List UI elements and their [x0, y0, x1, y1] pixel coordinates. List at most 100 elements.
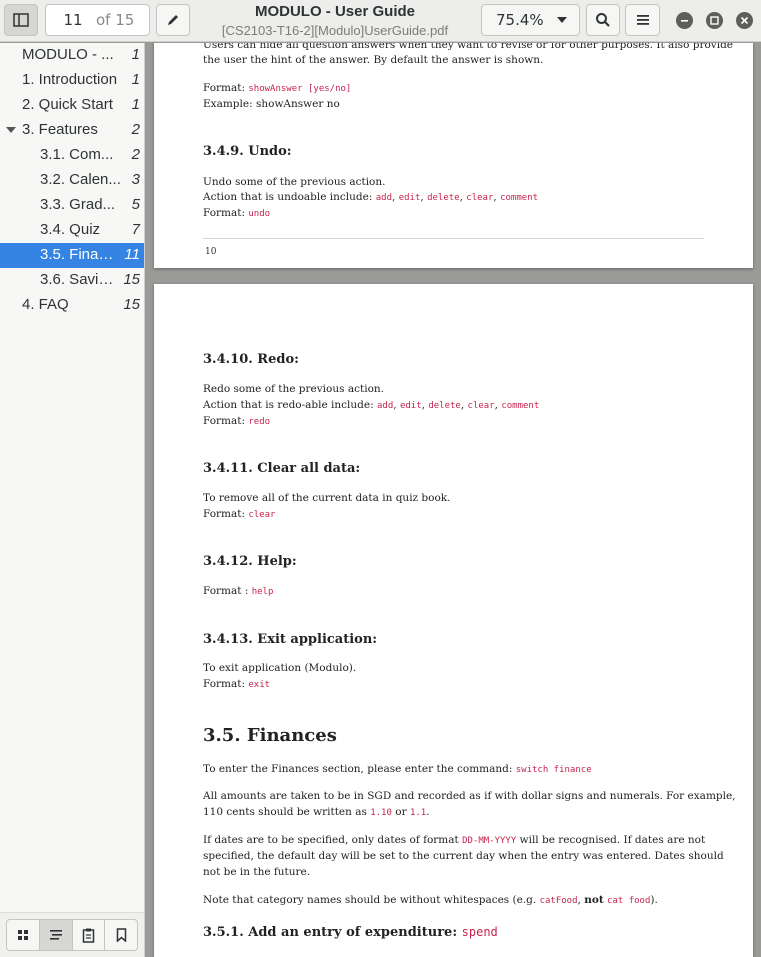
outline-item[interactable]: 4. FAQ 15	[0, 293, 144, 318]
outline-list-icon	[49, 930, 62, 940]
outline-item[interactable]: 2. Quick Start 1	[0, 93, 144, 118]
window-title: MODULO - User Guide [CS2103-T16-2][Modul…	[210, 2, 460, 40]
outline-item[interactable]: MODULO - ... 1	[0, 43, 144, 68]
code: clear	[467, 401, 495, 411]
sidebar-toggle-button[interactable]	[4, 4, 38, 36]
outline-item-label: 3.2. Calen...	[40, 171, 121, 188]
search-button[interactable]	[586, 4, 620, 36]
minimize-button[interactable]	[676, 12, 693, 29]
outline-item-label: 3.6. Savin...	[40, 271, 116, 288]
bold-text: not	[584, 894, 604, 906]
section-heading-large: 3.5. Finances	[203, 725, 337, 746]
outline-sidebar: MODULO - ... 1 1. Introduction 1 2. Quic…	[0, 43, 145, 957]
code: clear	[248, 510, 276, 520]
outline-item-page: 15	[123, 271, 140, 288]
sidebar-footer	[0, 912, 144, 957]
format-line: Format: showAnswer [yes/no]	[203, 80, 351, 97]
zoom-dropdown[interactable]: 75.4%	[481, 4, 580, 36]
outline-item-label: MODULO - ...	[22, 46, 114, 63]
code: clear	[466, 193, 494, 203]
outline-item[interactable]: 1. Introduction 1	[0, 68, 144, 93]
paragraph: 110 cents should be written as 1.10 or 1…	[203, 804, 430, 821]
outline-item-page: 11	[124, 246, 140, 263]
outline-item-page: 1	[131, 96, 140, 113]
minimize-icon	[681, 20, 688, 22]
bookmark-icon	[116, 928, 126, 942]
code: showAnswer [yes/no]	[248, 84, 352, 94]
text: Format :	[203, 585, 252, 597]
text: will be recognised. If dates are not	[516, 834, 706, 846]
text: If dates are to be specified, only dates…	[203, 834, 463, 846]
outline-item[interactable]: 3.4. Quiz 7	[0, 218, 144, 243]
document-viewport[interactable]: Users can hide all question answers when…	[146, 43, 761, 957]
text: Format:	[203, 82, 249, 94]
code: comment	[501, 401, 540, 411]
outline-item[interactable]: 3. Features 2	[0, 118, 144, 143]
code: catFood	[539, 896, 578, 906]
expander-icon[interactable]	[6, 127, 16, 133]
chevron-down-icon	[557, 17, 567, 23]
pdf-page-10: Users can hide all question answers when…	[154, 43, 753, 268]
outline-tab[interactable]	[39, 920, 73, 950]
close-icon	[740, 16, 749, 25]
annotate-button[interactable]	[156, 4, 190, 36]
section-heading: 3.4.13. Exit application:	[203, 632, 378, 647]
outline-item-page: 7	[131, 221, 140, 238]
outline-item[interactable]: 3.6. Savin... 15	[0, 268, 144, 293]
paragraph: If dates are to be specified, only dates…	[203, 832, 705, 849]
outline-item-label: 4. FAQ	[22, 296, 69, 313]
outline-item-label: 1. Introduction	[22, 71, 118, 88]
header-bar: 11 of 15 MODULO - User Guide [CS2103-T16…	[0, 0, 761, 42]
code: exit	[248, 680, 271, 690]
main-menu-button[interactable]	[625, 4, 660, 36]
outline-item-label: 3.5. Finan...	[40, 246, 116, 263]
actions-line: Action that is undoable include: add, ed…	[203, 191, 538, 203]
format-line: Format: clear	[203, 506, 275, 523]
paragraph: To enter the Finances section, please en…	[203, 761, 592, 778]
footer-rule	[203, 238, 704, 239]
thumbnails-tab[interactable]	[7, 920, 40, 950]
outline-item-label: 2. Quick Start	[22, 96, 113, 113]
close-button[interactable]	[736, 12, 753, 29]
text: Format:	[203, 508, 249, 520]
text: ).	[650, 894, 658, 906]
code: edit	[399, 401, 422, 411]
pdf-page-11: 3.4.10. Redo: Redo some of the previous …	[154, 284, 753, 957]
text: 3.5.1. Add an entry of expenditure:	[203, 925, 462, 940]
code: undo	[248, 209, 271, 219]
bookmarks-tab[interactable]	[105, 920, 137, 950]
outline-item[interactable]: 3.3. Grad... 5	[0, 193, 144, 218]
code: cat food	[607, 896, 651, 906]
code: delete	[427, 193, 460, 203]
text: Action that is redo-able include:	[203, 399, 377, 411]
hamburger-icon	[636, 15, 649, 25]
section-heading: 3.4.10. Redo:	[203, 352, 299, 367]
document-filename: [CS2103-T16-2][Modulo]UserGuide.pdf	[221, 23, 449, 38]
outline-item-selected[interactable]: 3.5. Finan... 11	[0, 243, 144, 268]
outline-item-label: 3.4. Quiz	[40, 221, 101, 238]
outline-item[interactable]: 3.2. Calen... 3	[0, 168, 144, 193]
section-heading: 3.4.11. Clear all data:	[203, 461, 361, 476]
text: 110 cents should be written as	[203, 806, 371, 818]
paragraph: not be in the future.	[203, 866, 311, 878]
code: help	[251, 587, 274, 597]
page-number-entry[interactable]: 11 of 15	[45, 4, 150, 36]
outline-item[interactable]: 3.1. Com... 2	[0, 143, 144, 168]
outline-item-label: 3. Features	[22, 121, 98, 138]
text: Format:	[203, 678, 249, 690]
page-current[interactable]: 11	[46, 5, 100, 35]
document-title: MODULO - User Guide	[254, 3, 415, 20]
format-line: Format : help	[203, 583, 273, 600]
section-heading: 3.4.9. Undo:	[203, 144, 292, 159]
text: Note that category names should be witho…	[203, 894, 540, 906]
outline-item-page: 1	[131, 46, 140, 63]
code: 1.1	[409, 808, 427, 818]
sidebar-icon	[13, 13, 29, 27]
example-line: Example: showAnswer no	[203, 98, 340, 110]
format-line: Format: redo	[203, 413, 270, 430]
maximize-button[interactable]	[706, 12, 723, 29]
text: Format:	[203, 207, 249, 219]
actions-line: Action that is redo-able include: add, e…	[203, 399, 540, 411]
annotations-tab[interactable]	[73, 920, 106, 950]
code: redo	[248, 417, 271, 427]
